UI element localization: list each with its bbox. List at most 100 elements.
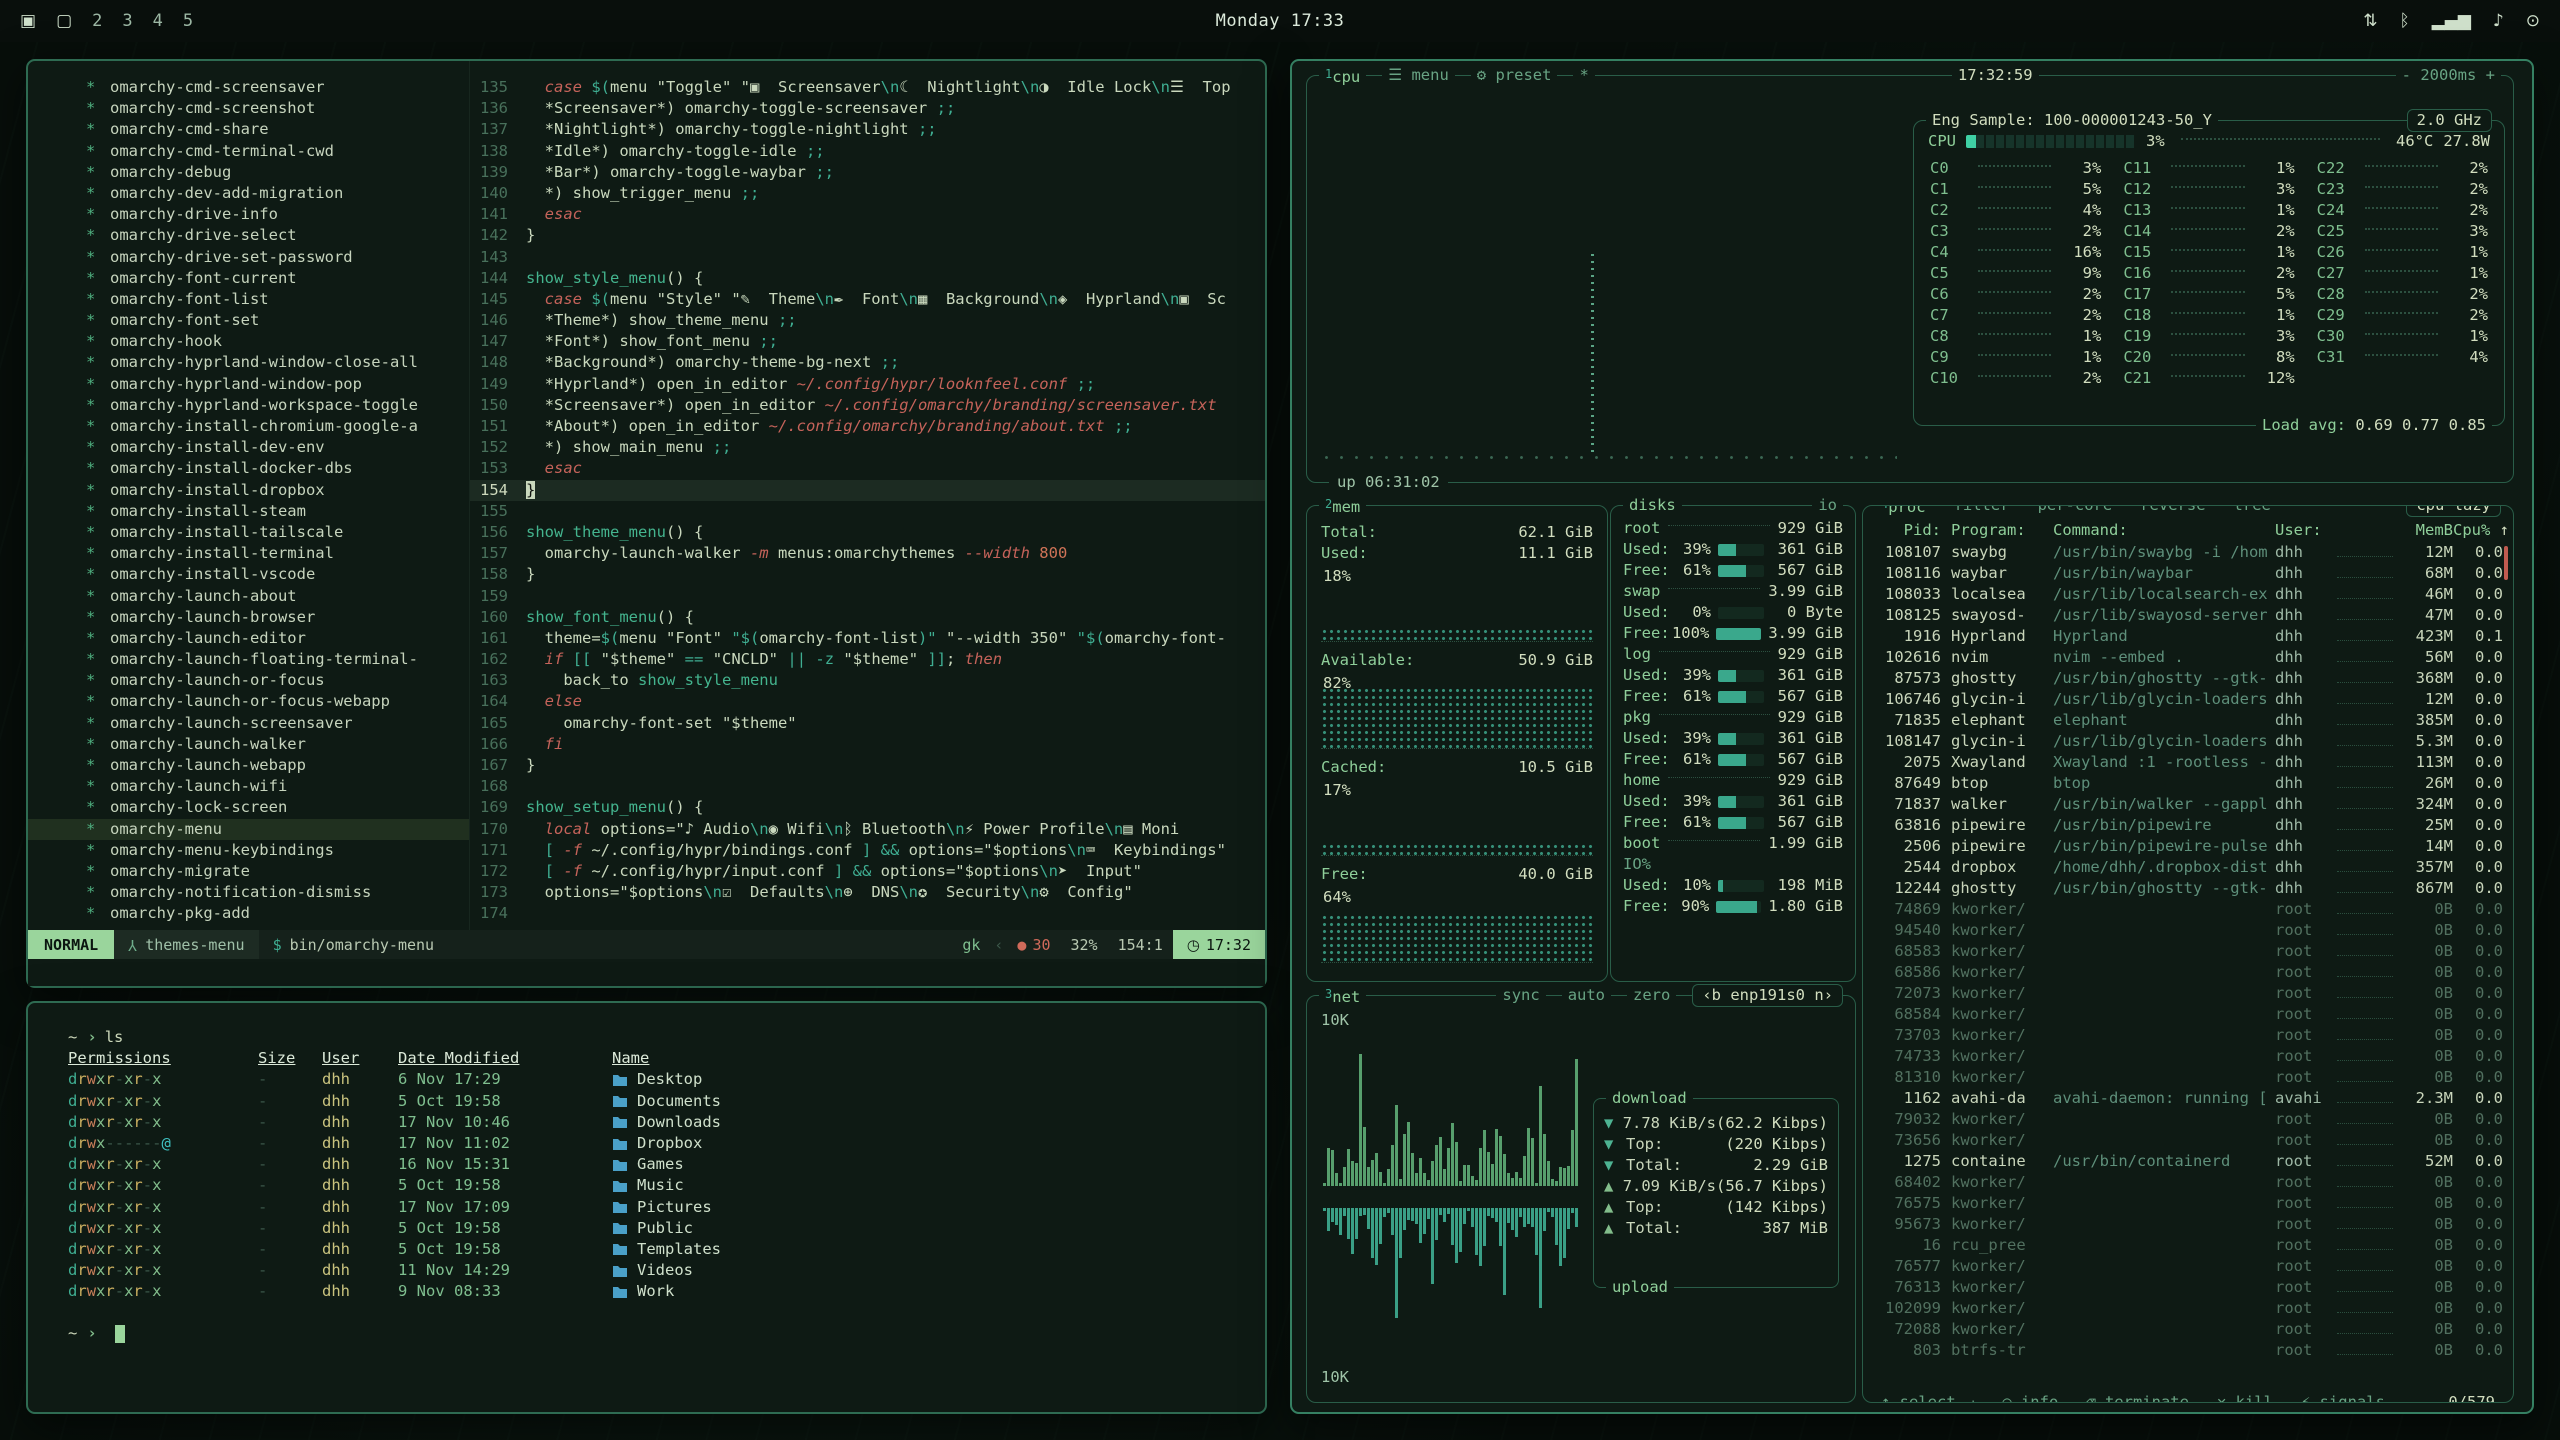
apps-icon[interactable]: ▢ (56, 11, 72, 31)
file-list-item[interactable]: *omarchy-hyprland-window-pop (86, 374, 469, 395)
proc-row[interactable]: 76575kworker/root0B0.0 (1875, 1193, 2503, 1214)
proc-row[interactable]: 71837walker/usr/bin/walker --gappldhh324… (1875, 794, 2503, 815)
file-list-item[interactable]: *omarchy-migrate (86, 861, 469, 882)
proc-row[interactable]: 108033localsea/usr/lib/localsearch-exdhh… (1875, 584, 2503, 605)
proc-row[interactable]: 73656kworker/root0B0.0 (1875, 1130, 2503, 1151)
proc-row[interactable]: 76577kworker/root0B0.0 (1875, 1256, 2503, 1277)
workspace-3[interactable]: 3 (122, 11, 132, 31)
volume-icon[interactable]: ♪ (2493, 11, 2504, 31)
file-list-item[interactable]: *omarchy-install-dev-env (86, 437, 469, 458)
proc-row[interactable]: 2075XwaylandXwayland :1 -rootless -dhh11… (1875, 752, 2503, 773)
file-list-item[interactable]: *omarchy-cmd-share (86, 119, 469, 140)
proc-row[interactable]: 106746glycin-i/usr/lib/glycin-loadersdhh… (1875, 689, 2503, 710)
cpu-usage-icon[interactable]: ▂▄▆ (2432, 11, 2471, 31)
file-list-item[interactable]: *omarchy-notification-dismiss (86, 882, 469, 903)
filter-button[interactable]: filter (1948, 505, 2016, 516)
file-list-item[interactable]: *omarchy-drive-set-password (86, 247, 469, 268)
file-list-item[interactable]: *omarchy-font-current (86, 268, 469, 289)
sync-button[interactable]: sync (1496, 985, 1545, 1006)
file-list-item[interactable]: *omarchy-font-set (86, 310, 469, 331)
proc-row[interactable]: 79032kworker/root0B0.0 (1875, 1109, 2503, 1130)
proc-row[interactable]: 12244ghostty/usr/bin/ghostty --gtk-dhh86… (1875, 878, 2503, 899)
file-list-item[interactable]: *omarchy-launch-editor (86, 628, 469, 649)
file-list-item[interactable]: *omarchy-install-vscode (86, 564, 469, 585)
file-list-item[interactable]: *omarchy-launch-floating-terminal- (86, 649, 469, 670)
shell-prompt-line-2[interactable]: ~ › (68, 1323, 1265, 1344)
proc-row[interactable]: 72073kworker/root0B0.0 (1875, 983, 2503, 1004)
file-list-item[interactable]: *omarchy-pkg-add (86, 903, 469, 924)
file-list-item[interactable]: *omarchy-hyprland-workspace-toggle (86, 395, 469, 416)
network-arrows-icon[interactable]: ⇅ (2363, 11, 2377, 31)
proc-row[interactable]: 102099kworker/root0B0.0 (1875, 1298, 2503, 1319)
proc-row[interactable]: 803btrfs-trroot0B0.0 (1875, 1340, 2503, 1361)
file-list-item[interactable]: *omarchy-install-docker-dbs (86, 458, 469, 479)
proc-row[interactable]: 2506pipewire/usr/bin/pipewire-pulsedhh14… (1875, 836, 2503, 857)
proc-row[interactable]: 68402kworker/root0B0.0 (1875, 1172, 2503, 1193)
proc-row[interactable]: 63816pipewire/usr/bin/pipewiredhh25M0.0 (1875, 815, 2503, 836)
file-list-item[interactable]: *omarchy-install-tailscale (86, 522, 469, 543)
power-icon[interactable]: ⊙ (2526, 11, 2540, 31)
workspace-4[interactable]: 4 (153, 11, 163, 31)
file-list-item[interactable]: *omarchy-drive-info (86, 204, 469, 225)
preset-star-button[interactable]: * (1573, 65, 1594, 86)
file-list-item[interactable]: *omarchy-drive-select (86, 225, 469, 246)
workspace-5[interactable]: 5 (183, 11, 193, 31)
proc-row[interactable]: 72088kworker/root0B0.0 (1875, 1319, 2503, 1340)
menu-button[interactable]: ☰ menu (1382, 65, 1455, 86)
auto-button[interactable]: auto (1562, 985, 1611, 1006)
file-list-item[interactable]: *omarchy-menu (28, 819, 470, 840)
zero-button[interactable]: zero (1627, 985, 1676, 1006)
proc-row[interactable]: 87573ghostty/usr/bin/ghostty --gtk-dhh36… (1875, 668, 2503, 689)
file-list-item[interactable]: *omarchy-install-dropbox (86, 480, 469, 501)
file-list-item[interactable]: *omarchy-menu-keybindings (86, 840, 469, 861)
bluetooth-icon[interactable]: ᛒ (2399, 11, 2409, 31)
proc-row[interactable]: 68584kworker/root0B0.0 (1875, 1004, 2503, 1025)
btop-window[interactable]: 1cpu ☰ menu ⚙ preset * 17:32:59 - 2000ms… (1290, 59, 2534, 1414)
terminal-window[interactable]: ~ › ls PermissionsSizeUserDate ModifiedN… (26, 1001, 1267, 1414)
proc-row[interactable]: 108147glycin-i/usr/lib/glycin-loadersdhh… (1875, 731, 2503, 752)
tree-button[interactable]: tree (2228, 505, 2277, 516)
file-list-item[interactable]: *omarchy-launch-webapp (86, 755, 469, 776)
proc-row[interactable]: 74869kworker/root0B0.0 (1875, 899, 2503, 920)
file-list-item[interactable]: *omarchy-hook (86, 331, 469, 352)
proc-row[interactable]: 2544dropbox/home/dhh/.dropbox-distdhh357… (1875, 857, 2503, 878)
reverse-button[interactable]: reverse (2134, 505, 2211, 516)
proc-row[interactable]: 76313kworker/root0B0.0 (1875, 1277, 2503, 1298)
preset-button[interactable]: ⚙ preset (1471, 65, 1558, 86)
code-editor-pane[interactable]: 135 case $(menu "Toggle" "▣ Screensaver\… (470, 61, 1265, 930)
nvim-window[interactable]: *omarchy-cmd-screensaver*omarchy-cmd-scr… (26, 59, 1267, 988)
proc-scrollbar[interactable] (2504, 546, 2508, 580)
proc-row[interactable]: 94540kworker/root0B0.0 (1875, 920, 2503, 941)
proc-row[interactable]: 95673kworker/root0B0.0 (1875, 1214, 2503, 1235)
proc-row[interactable]: 87649btopbtopdhh26M0.0 (1875, 773, 2503, 794)
file-list-item[interactable]: *omarchy-launch-browser (86, 607, 469, 628)
file-list-item[interactable]: *omarchy-dev-add-migration (86, 183, 469, 204)
file-list-item[interactable]: *omarchy-lock-screen (86, 797, 469, 818)
file-list-item[interactable]: *omarchy-cmd-screensaver (86, 77, 469, 98)
proc-row[interactable]: 73703kworker/root0B0.0 (1875, 1025, 2503, 1046)
proc-row[interactable]: 81310kworker/root0B0.0 (1875, 1067, 2503, 1088)
file-list-item[interactable]: *omarchy-launch-screensaver (86, 713, 469, 734)
proc-row[interactable]: 16rcu_preeroot0B0.0 (1875, 1235, 2503, 1256)
nvim-cmdline[interactable] (28, 959, 1265, 986)
proc-row[interactable]: 68586kworker/root0B0.0 (1875, 962, 2503, 983)
file-list-item[interactable]: *omarchy-hyprland-window-close-all (86, 352, 469, 373)
file-list-item[interactable]: *omarchy-install-steam (86, 501, 469, 522)
file-list-item[interactable]: *omarchy-launch-or-focus-webapp (86, 691, 469, 712)
file-list-item[interactable]: *omarchy-launch-wifi (86, 776, 469, 797)
update-interval-control[interactable]: - 2000ms + (2396, 65, 2501, 86)
file-list-item[interactable]: *omarchy-install-terminal (86, 543, 469, 564)
proc-row[interactable]: 1916HyprlandHyprlanddhh423M0.1 (1875, 626, 2503, 647)
file-list-pane[interactable]: *omarchy-cmd-screensaver*omarchy-cmd-scr… (28, 61, 470, 930)
proc-row[interactable]: 74733kworker/root0B0.0 (1875, 1046, 2503, 1067)
proc-row[interactable]: 108107swaybg/usr/bin/swaybg -i /homdhh12… (1875, 542, 2503, 563)
file-list-item[interactable]: *omarchy-debug (86, 162, 469, 183)
proc-row[interactable]: 68583kworker/root0B0.0 (1875, 941, 2503, 962)
file-list-item[interactable]: *omarchy-font-list (86, 289, 469, 310)
proc-row[interactable]: 1162avahi-daavahi-daemon: running [avahi… (1875, 1088, 2503, 1109)
workspace-2[interactable]: 2 (92, 11, 102, 31)
proc-row[interactable]: 108116waybar/usr/bin/waybardhh68M0.0 (1875, 563, 2503, 584)
io-mode-button[interactable]: io (1812, 495, 1843, 516)
file-list-item[interactable]: *omarchy-launch-walker (86, 734, 469, 755)
proc-row[interactable]: 71835elephantelephantdhh385M0.0 (1875, 710, 2503, 731)
